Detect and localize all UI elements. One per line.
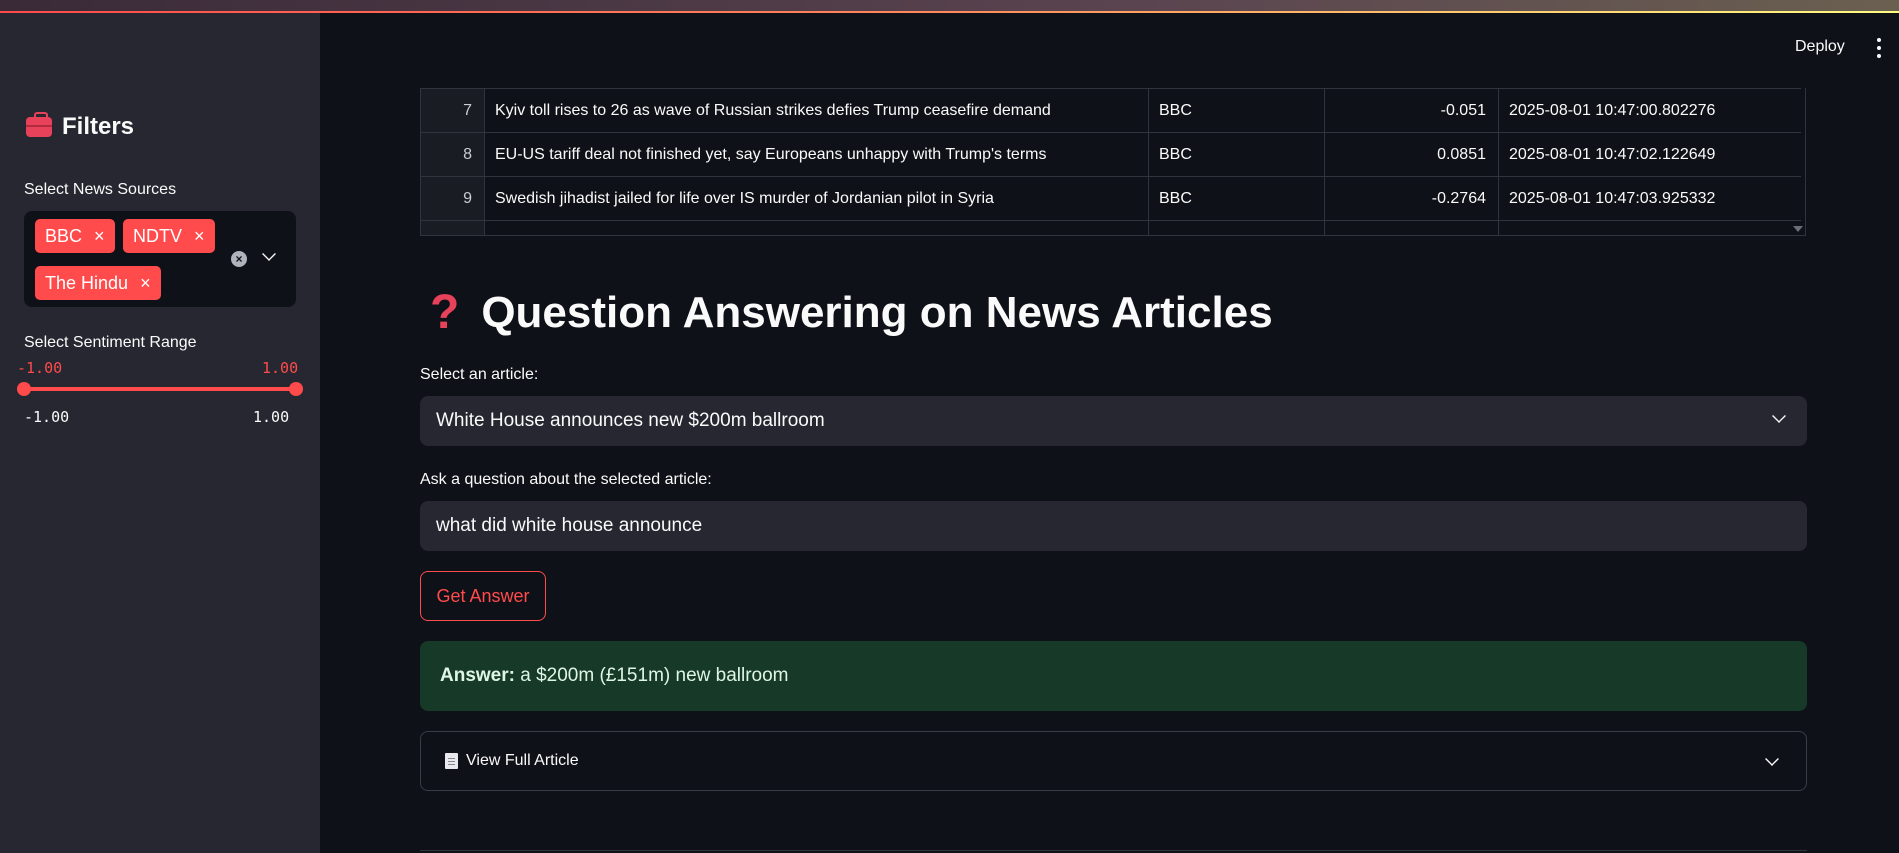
source-cell[interactable]: BBC (1149, 177, 1325, 221)
article-title-cell[interactable]: EU-US tariff deal not finished yet, say … (485, 133, 1149, 177)
sentiment-cell[interactable]: 0.0851 (1325, 133, 1499, 177)
question-input[interactable] (420, 501, 1807, 551)
page-title-text: Question Answering on News Articles (481, 287, 1273, 337)
table-row: 7 Kyiv toll rises to 26 as wave of Russi… (421, 88, 1801, 133)
question-mark-icon: ? (430, 286, 460, 339)
question-label: Ask a question about the selected articl… (420, 471, 712, 488)
source-tag-ndtv[interactable]: NDTV × (123, 219, 215, 253)
sentiment-cell[interactable]: -0.051 (1325, 89, 1499, 133)
timestamp-cell[interactable]: 2025-08-01 10:47:03.925332 (1499, 177, 1801, 221)
page-title: ? Question Answering on News Articles (430, 285, 1273, 340)
article-title-cell[interactable] (485, 221, 1149, 235)
remove-tag-icon[interactable]: × (94, 226, 105, 247)
timestamp-cell[interactable]: 2025-08-01 10:47:00.802276 (1499, 89, 1801, 133)
tag-label: BBC (45, 225, 83, 246)
source-cell[interactable]: BBC (1149, 133, 1325, 177)
row-index: 7 (421, 89, 485, 133)
answer-text: a $200m (£151m) new ballroom (520, 665, 789, 686)
slider-range-max: 1.00 (253, 408, 290, 426)
sentiment-cell[interactable]: -0.2764 (1325, 177, 1499, 221)
article-select[interactable]: White House announces new $200m ballroom (420, 396, 1807, 446)
timestamp-cell[interactable]: 2025-08-01 10:47:02.122649 (1499, 133, 1801, 177)
row-index (421, 221, 485, 235)
slider-thumb-min[interactable] (17, 382, 31, 396)
sentiment-cell[interactable] (1325, 221, 1499, 235)
answer-prefix: Answer: (440, 665, 515, 686)
row-index: 8 (421, 133, 485, 177)
article-title-cell[interactable]: Swedish jihadist jailed for life over IS… (485, 177, 1149, 221)
top-decoration-bar (0, 0, 1899, 13)
toolbox-icon (26, 112, 52, 137)
sidebar-title-text: Filters (62, 113, 135, 140)
slider-range-min: -1.00 (24, 408, 70, 426)
slider-value-min: -1.00 (17, 359, 63, 377)
remove-tag-icon[interactable]: × (140, 273, 151, 294)
source-cell[interactable]: BBC (1149, 89, 1325, 133)
get-answer-button[interactable]: Get Answer (420, 571, 546, 621)
clear-all-icon[interactable]: × (231, 251, 247, 267)
source-cell[interactable] (1149, 221, 1325, 235)
table-row: 9 Swedish jihadist jailed for life over … (421, 176, 1801, 221)
divider (420, 850, 1807, 851)
timestamp-cell[interactable] (1499, 221, 1801, 235)
slider-value-max: 1.00 (262, 359, 299, 377)
main-menu-icon[interactable] (1876, 38, 1882, 58)
document-icon (445, 753, 458, 769)
remove-tag-icon[interactable]: × (194, 226, 205, 247)
news-sources-multiselect[interactable]: BBC × NDTV × The Hindu × × (24, 211, 296, 307)
scroll-down-icon[interactable] (1793, 226, 1803, 232)
article-title-cell[interactable]: Kyiv toll rises to 26 as wave of Russian… (485, 89, 1149, 133)
sentiment-slider-track[interactable] (24, 387, 296, 391)
tag-label: NDTV (133, 225, 182, 246)
table-row-partial (421, 220, 1801, 235)
view-full-article-expander[interactable]: View Full Article (420, 731, 1807, 791)
sidebar-title: Filters (26, 112, 135, 141)
source-tag-bbc[interactable]: BBC × (35, 219, 115, 253)
sentiment-label: Select Sentiment Range (24, 334, 197, 351)
chevron-down-icon[interactable] (262, 247, 276, 261)
source-tag-the-hindu[interactable]: The Hindu × (35, 266, 161, 300)
row-index: 9 (421, 177, 485, 221)
sources-label: Select News Sources (24, 181, 177, 198)
select-article-label: Select an article: (420, 366, 539, 383)
table-row: 8 EU-US tariff deal not finished yet, sa… (421, 132, 1801, 177)
news-table[interactable]: 7 Kyiv toll rises to 26 as wave of Russi… (420, 88, 1806, 236)
slider-thumb-max[interactable] (289, 382, 303, 396)
answer-box: Answer: a $200m (£151m) new ballroom (420, 641, 1807, 711)
deploy-button[interactable]: Deploy (1795, 38, 1845, 56)
tag-label: The Hindu (45, 272, 129, 293)
expander-label: View Full Article (466, 752, 579, 769)
